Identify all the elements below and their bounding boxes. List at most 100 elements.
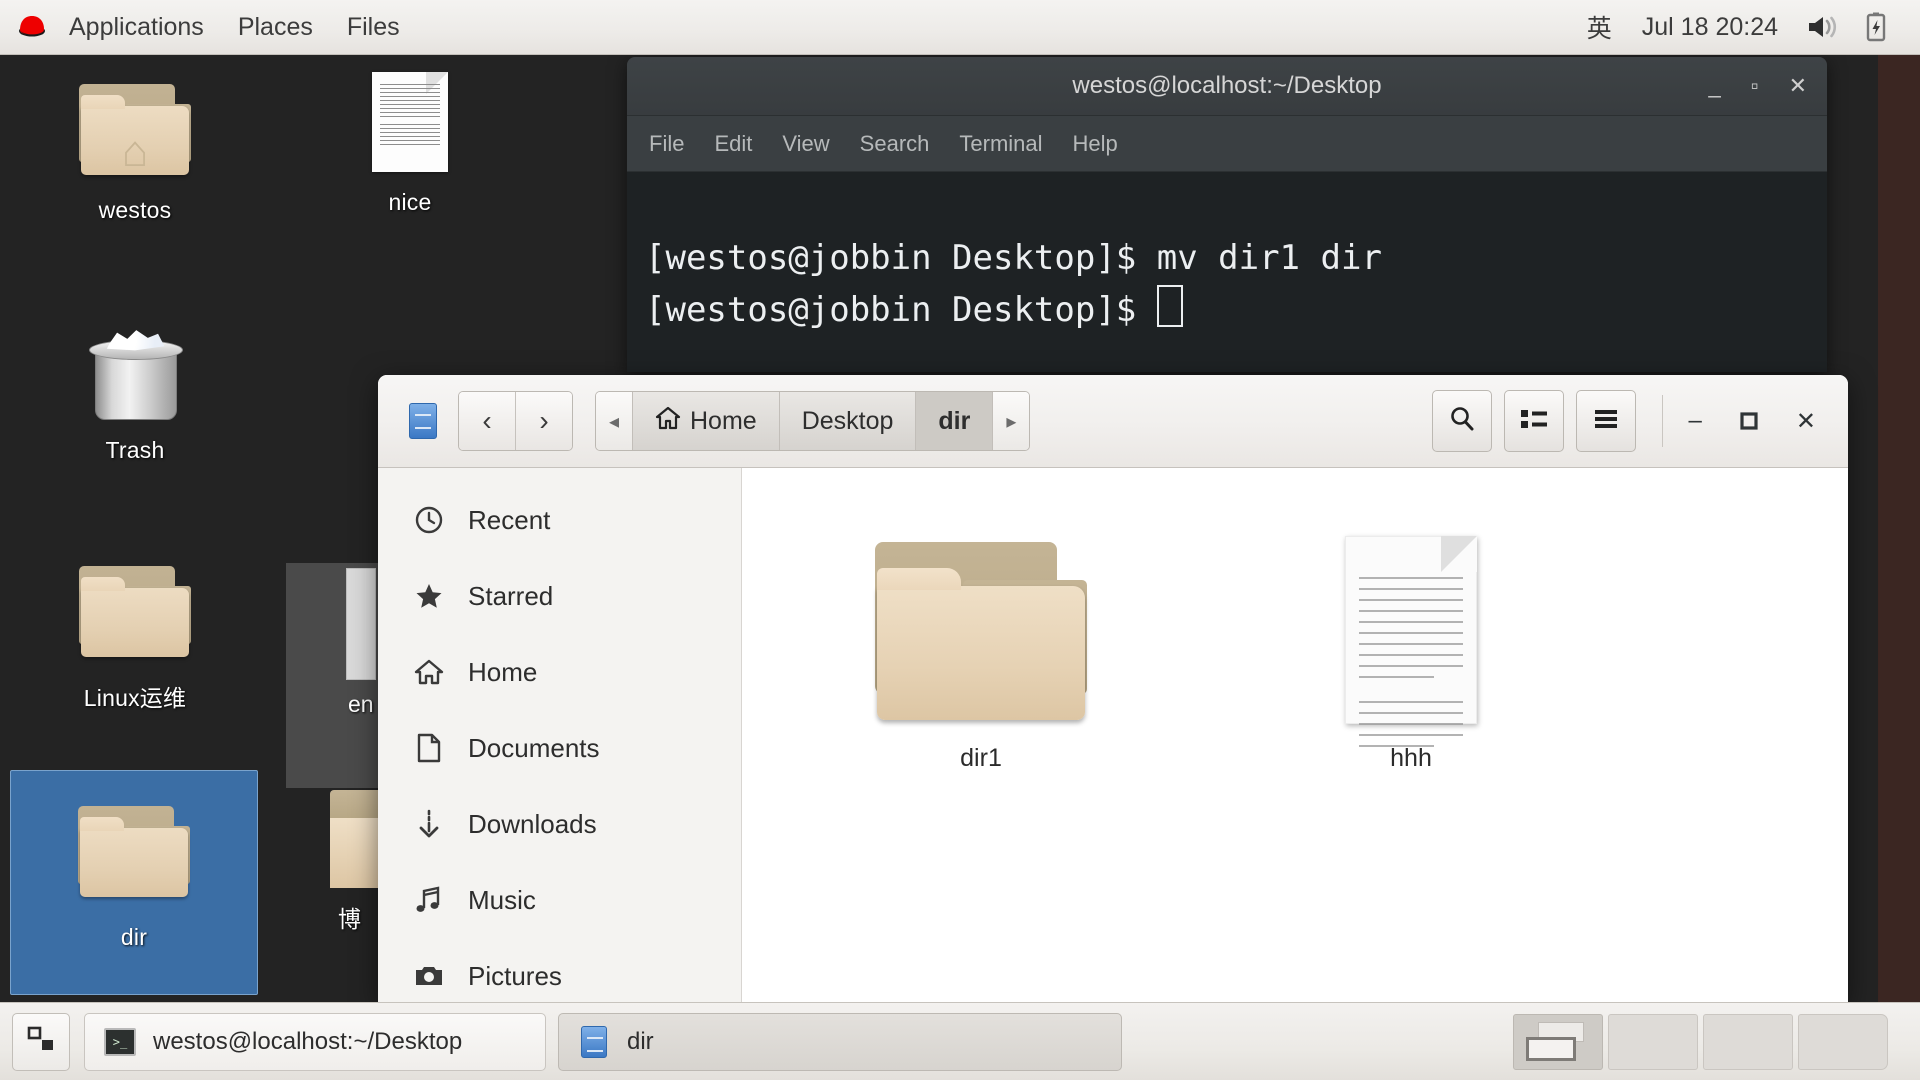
input-method-indicator[interactable]: 英 (1571, 9, 1628, 45)
desktop-icon-label: 博 (338, 907, 361, 933)
sidebar-item-label: Documents (468, 732, 600, 763)
desktop-icon-label: Linux运维 (83, 685, 187, 711)
terminal-cursor (1156, 285, 1183, 327)
taskbar-item-dir[interactable]: dir (558, 1012, 1122, 1071)
show-desktop-icon (26, 1024, 56, 1059)
sidebar-item-label: Home (468, 656, 538, 687)
sidebar-item-starred[interactable]: Starred (378, 558, 741, 634)
breadcrumb-item-dir[interactable]: dir (916, 392, 994, 450)
sidebar-item-pictures[interactable]: Pictures (378, 938, 741, 1002)
document-icon (412, 733, 446, 763)
star-icon (412, 581, 446, 611)
terminal-menu-search[interactable]: Search (860, 131, 930, 157)
home-icon (655, 406, 681, 437)
taskbar: >_ westos@localhost:~/Desktop dir (0, 1002, 1920, 1080)
search-button[interactable] (1431, 390, 1492, 452)
file-list-view[interactable]: dir1 hhh (742, 468, 1848, 1002)
show-desktop-button[interactable] (12, 1012, 70, 1071)
breadcrumb-item-home[interactable]: Home (632, 392, 780, 450)
partial-document-icon (346, 568, 376, 680)
breadcrumb-scroll-left[interactable]: ◂ (596, 392, 632, 450)
terminal-title: westos@localhost:~/Desktop (1072, 72, 1382, 99)
close-button[interactable]: ✕ (1796, 407, 1816, 436)
terminal-maximize-button[interactable]: ▫ (1751, 73, 1759, 99)
desktop-icon-blog-partial[interactable]: 博 (330, 790, 382, 950)
view-list-button[interactable] (1503, 390, 1564, 452)
terminal-output-area[interactable]: [westos@jobbin Desktop]$ mv dir1 dir [wes… (627, 172, 1827, 372)
sidebar-item-recent[interactable]: Recent (378, 482, 741, 558)
terminal-close-button[interactable]: ✕ (1789, 73, 1807, 99)
desktop-icon-label: Trash (105, 437, 165, 463)
sidebar-item-label: Recent (468, 504, 551, 535)
taskbar-item-label: dir (627, 1027, 654, 1055)
desktop-icon-linux-ops[interactable]: Linux运维 (10, 552, 260, 713)
battery-charging-icon[interactable] (1854, 0, 1898, 55)
desktop-icon-en-partial[interactable]: en (286, 563, 381, 788)
breadcrumb-scroll-right[interactable]: ▸ (993, 392, 1030, 450)
menu-places[interactable]: Places (221, 0, 330, 55)
forward-button[interactable]: › (516, 392, 572, 450)
workspace-1[interactable] (1513, 1013, 1603, 1070)
desktop-icon-nice[interactable]: nice (285, 62, 535, 216)
terminal-menu-file[interactable]: File (649, 131, 684, 157)
breadcrumb-label: Desktop (801, 406, 894, 435)
taskbar-item-terminal[interactable]: >_ westos@localhost:~/Desktop (84, 1012, 546, 1071)
camera-icon (412, 963, 446, 989)
terminal-menubar: File Edit View Search Terminal Help (627, 116, 1827, 172)
navigation-buttons: ‹ › (458, 391, 573, 451)
terminal-prompt-line: [westos@jobbin Desktop]$ (645, 284, 1827, 336)
desktop-icon-label: nice (388, 189, 432, 215)
breadcrumb: ◂ Home Desktop dir ▸ (595, 391, 1031, 451)
redhat-logo-icon[interactable] (14, 12, 50, 42)
partial-folder-front (330, 818, 382, 888)
desktop-icon-dir[interactable]: dir (10, 770, 258, 995)
menu-button[interactable] (1575, 390, 1636, 452)
desktop-icon-label: en (348, 691, 374, 717)
sidebar-item-label: Starred (468, 580, 554, 611)
home-icon (412, 658, 446, 686)
file-item-label: dir1 (960, 744, 1002, 772)
workspace-2[interactable] (1608, 1013, 1698, 1070)
folder-icon (11, 771, 257, 917)
toolbar-separator (1661, 395, 1663, 447)
sidebar-item-downloads[interactable]: Downloads (378, 786, 741, 862)
volume-icon[interactable] (1792, 0, 1854, 55)
sidebar-item-home[interactable]: Home (378, 634, 741, 710)
terminal-prompt: [westos@jobbin Desktop]$ (645, 290, 1157, 330)
terminal-line: [westos@jobbin Desktop]$ mv dir1 dir (645, 238, 1382, 278)
breadcrumb-item-desktop[interactable]: Desktop (779, 392, 917, 450)
sidebar-item-music[interactable]: Music (378, 862, 741, 938)
file-manager-window-controls: – ✕ (1689, 407, 1834, 436)
trash-icon (10, 310, 260, 430)
file-manager-body: Recent Starred Home Documents Downloads … (378, 468, 1848, 1002)
workspace-4[interactable] (1798, 1013, 1888, 1070)
back-button[interactable]: ‹ (459, 392, 516, 450)
file-item-dir1[interactable]: dir1 (766, 494, 1196, 773)
terminal-titlebar[interactable]: westos@localhost:~/Desktop _ ▫ ✕ (627, 57, 1827, 116)
file-manager-window[interactable]: ‹ › ◂ Home Desktop dir ▸ – ✕ Recent Star… (378, 375, 1848, 1002)
clock[interactable]: Jul 18 20:24 (1628, 13, 1792, 42)
text-document-icon (285, 62, 535, 182)
workspace-3[interactable] (1703, 1013, 1793, 1070)
sidebar-item-label: Music (468, 884, 536, 915)
home-folder-icon: ⌂ (10, 70, 260, 190)
menu-applications[interactable]: Applications (52, 0, 221, 55)
breadcrumb-label: dir (938, 406, 971, 435)
terminal-menu-terminal[interactable]: Terminal (959, 131, 1042, 157)
minimize-button[interactable]: – (1689, 407, 1702, 435)
file-item-hhh[interactable]: hhh (1196, 494, 1626, 773)
desktop-icon-westos[interactable]: ⌂ westos (10, 70, 260, 224)
maximize-button[interactable] (1738, 410, 1760, 432)
sidebar-item-documents[interactable]: Documents (378, 710, 741, 786)
desktop-icon-trash[interactable]: Trash (10, 310, 260, 464)
terminal-minimize-button[interactable]: _ (1709, 73, 1721, 99)
folder-icon (10, 552, 260, 672)
file-manager-headerbar: ‹ › ◂ Home Desktop dir ▸ – ✕ (378, 375, 1848, 468)
terminal-menu-view[interactable]: View (782, 131, 829, 157)
terminal-menu-help[interactable]: Help (1073, 131, 1118, 157)
menu-files[interactable]: Files (330, 0, 417, 55)
terminal-window[interactable]: westos@localhost:~/Desktop _ ▫ ✕ File Ed… (627, 57, 1827, 372)
desktop-icon-label: dir (120, 924, 148, 950)
terminal-menu-edit[interactable]: Edit (714, 131, 752, 157)
desktop-icon-label: westos (98, 197, 172, 223)
